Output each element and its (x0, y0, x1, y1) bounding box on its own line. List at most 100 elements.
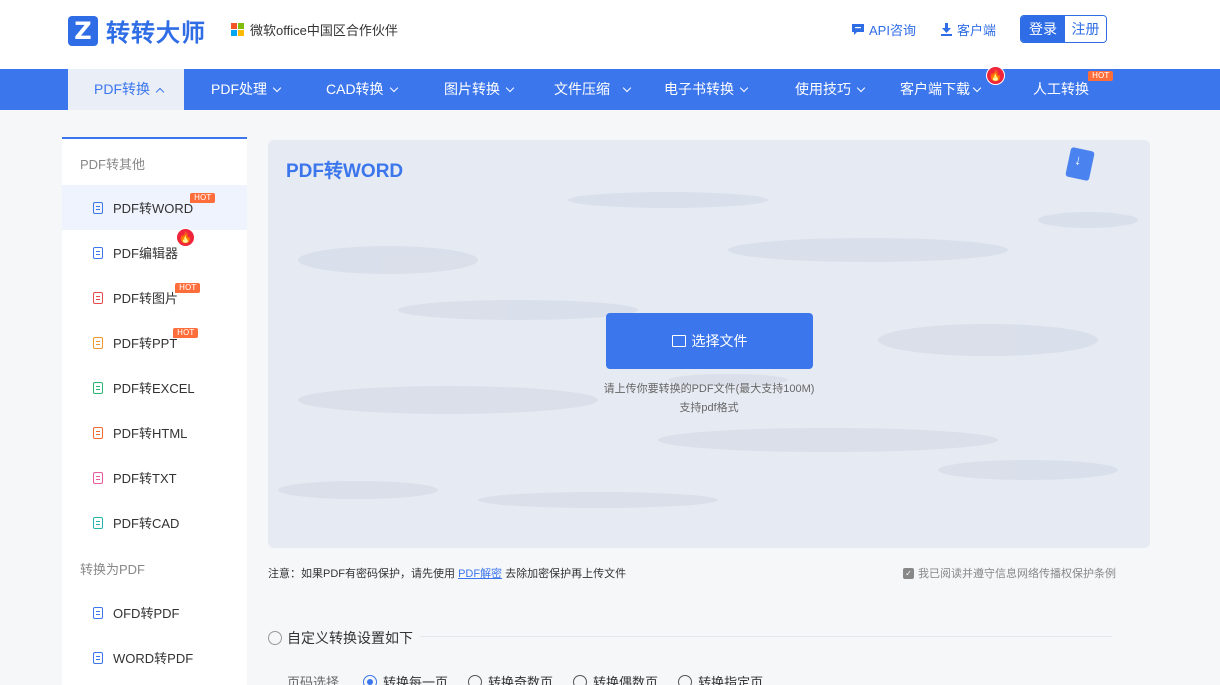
ofd-doc-icon (93, 606, 103, 619)
sidebar-item-pdf-to-word[interactable]: PDF转WORD HOT (62, 185, 247, 230)
cad-doc-icon (93, 516, 103, 529)
notice-text: 注意：如果PDF有密码保护，请先使用 PDF解密 去除加密保护再上传文件 (268, 565, 626, 581)
api-consult-link[interactable]: API咨询 (851, 20, 916, 39)
upload-hint-format: 支持pdf格式 (679, 402, 739, 414)
sidebar-item-label: WORD转PDF (113, 651, 194, 666)
image-doc-icon (93, 291, 103, 304)
sidebar-item-label: PDF转CAD (113, 516, 180, 531)
sidebar-item-pdf-to-txt[interactable]: PDF转TXT (62, 455, 247, 500)
sidebar-item-label: OFD转PDF (113, 606, 180, 621)
sidebar-item-pdf-editor[interactable]: PDF编辑器 🔥 (62, 228, 247, 275)
sidebar-item-ofd-to-pdf[interactable]: OFD转PDF (62, 590, 247, 635)
excel-doc-icon (93, 381, 103, 394)
hot-badge: HOT (175, 283, 201, 293)
settings-header: 自定义转换设置如下 (268, 628, 413, 648)
sidebar-item-word-to-pdf[interactable]: WORD转PDF (62, 635, 247, 680)
pdf-decrypt-link[interactable]: PDF解密 (458, 568, 502, 580)
word-doc-icon (93, 201, 103, 214)
upload-dropzone[interactable]: PDF转WORD 选择文件 请上传你要转换的PDF文件(最大支持100M) 支持… (268, 140, 1150, 548)
api-consult-label: API咨询 (869, 22, 916, 38)
nav-client-download[interactable]: 客户端下载 (900, 69, 982, 110)
partner-text: 微软office中国区合作伙伴 (250, 23, 398, 38)
nav-tips[interactable]: 使用技巧 (795, 69, 866, 110)
word-doc-icon (93, 651, 103, 664)
nav-ebook-convert[interactable]: 电子书转换 (664, 69, 749, 110)
monitor-icon (93, 246, 103, 259)
radio-checked-icon (363, 674, 378, 685)
download-icon (940, 22, 952, 36)
hot-badge: HOT (190, 193, 216, 203)
top-header: Z 转转大师 微软office中国区合作伙伴 API咨询 客户端 登录 注册 (0, 0, 1220, 69)
radio-specified-pages[interactable]: 转换指定页 (678, 672, 763, 685)
nav-label: 图片转换 (444, 81, 500, 97)
notice-suffix: 去除加密保护再上传文件 (505, 568, 627, 580)
radio-even-pages[interactable]: 转换偶数页 (573, 672, 658, 685)
radio-odd-pages[interactable]: 转换奇数页 (468, 672, 553, 685)
radio-unchecked-icon (678, 674, 693, 685)
select-file-button[interactable]: 选择文件 (606, 313, 813, 369)
chevron-down-icon (622, 83, 632, 93)
login-button[interactable]: 登录 (1021, 16, 1065, 42)
sidebar-item-pdf-to-cad[interactable]: PDF转CAD (62, 500, 247, 545)
sidebar-item-pdf-to-excel[interactable]: PDF转EXCEL (62, 365, 247, 410)
checkbox-checked-icon[interactable]: ✓ (903, 567, 914, 579)
sidebar-group-to-pdf: 转换为PDF (80, 562, 146, 577)
nav-label: 文件压缩 (554, 81, 610, 97)
nav-image-convert[interactable]: 图片转换 (444, 69, 515, 110)
sidebar-item-label: PDF编辑器 (113, 246, 179, 261)
client-download-link[interactable]: 客户端 (940, 20, 996, 39)
client-label: 客户端 (956, 22, 996, 38)
upload-hint-size: 请上传你要转换的PDF文件(最大支持100M) (603, 383, 815, 395)
fire-icon: 🔥 (986, 66, 1005, 85)
main-nav: PDF转换 PDF处理 CAD转换 图片转换 文件压缩 电子书转换 使用技巧 客… (0, 66, 1220, 110)
sidebar-item-label: PDF转EXCEL (113, 381, 195, 396)
chevron-down-icon (739, 83, 749, 93)
sidebar-group-pdf-to-other: PDF转其他 (80, 157, 146, 172)
nav-label: PDF转换 (94, 81, 150, 97)
sidebar-item-pdf-to-ppt[interactable]: PDF转PPT HOT (62, 320, 247, 365)
nav-label: 使用技巧 (795, 81, 851, 97)
divider (420, 636, 1112, 637)
nav-manual-convert[interactable]: 人工转换 (1033, 69, 1089, 110)
sidebar-item-label: PDF转PPT (113, 336, 178, 351)
auth-buttons: 登录 注册 (1020, 15, 1107, 43)
sidebar-item-pdf-to-html[interactable]: PDF转HTML (62, 410, 247, 455)
partner-badge: 微软office中国区合作伙伴 (231, 20, 398, 39)
logo-icon: Z (68, 15, 98, 46)
agree-checkbox-row[interactable]: ✓ 我已阅读并遵守信息网络传播权保护条例 (903, 565, 1116, 581)
radio-label: 转换偶数页 (593, 675, 659, 685)
hot-badge: HOT (1088, 71, 1114, 81)
chevron-up-icon (155, 87, 165, 97)
fire-icon: 🔥 (176, 228, 195, 247)
nav-pdf-convert[interactable]: PDF转换 (68, 69, 184, 110)
folder-upload-icon (671, 335, 686, 347)
sidebar-item-label: PDF转图片 (113, 291, 179, 306)
top-links: API咨询 客户端 登录 注册 (851, 15, 1220, 43)
chat-icon (852, 23, 865, 35)
radio-label: 转换指定页 (698, 675, 764, 685)
chevron-down-icon (505, 83, 515, 93)
page-selection-row: 页码选择 转换每一页 转换奇数页 转换偶数页 转换指定页 (287, 672, 783, 685)
radio-unchecked-icon (468, 674, 483, 685)
ppt-doc-icon (93, 336, 103, 349)
gear-icon (268, 631, 282, 645)
nav-file-compress[interactable]: 文件压缩 (554, 69, 632, 110)
nav-pdf-process[interactable]: PDF处理 (211, 69, 282, 110)
nav-cad-convert[interactable]: CAD转换 (326, 69, 398, 110)
chevron-down-icon (972, 83, 982, 93)
chevron-down-icon (272, 83, 282, 93)
nav-label: CAD转换 (326, 81, 384, 97)
txt-doc-icon (93, 471, 103, 484)
chevron-down-icon (856, 83, 866, 93)
radio-unchecked-icon (573, 674, 588, 685)
logo-text: 转转大师 (106, 20, 206, 47)
logo[interactable]: Z 转转大师 (68, 13, 206, 48)
nav-label: 客户端下载 (900, 81, 970, 97)
register-button[interactable]: 注册 (1065, 16, 1106, 42)
sidebar-item-label: PDF转HTML (113, 426, 188, 441)
radio-every-page[interactable]: 转换每一页 (363, 672, 448, 685)
sidebar-item-pdf-to-image[interactable]: PDF转图片 HOT (62, 275, 247, 320)
nav-label: 人工转换 (1033, 81, 1089, 97)
chevron-down-icon (389, 83, 398, 93)
sidebar-item-label: PDF转WORD (113, 201, 194, 216)
